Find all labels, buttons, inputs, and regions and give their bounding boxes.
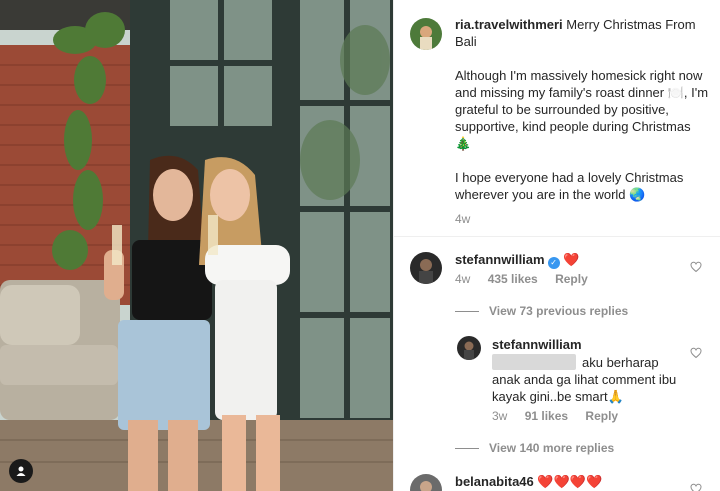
avatar-image — [410, 474, 442, 491]
comment-avatar[interactable] — [410, 474, 442, 491]
reply-likes[interactable]: 91 likes — [525, 409, 568, 423]
caption-paragraph-1: Although I'm massively homesick right no… — [455, 68, 709, 151]
reply-meta: 3w 91 likes Reply — [492, 409, 632, 423]
reply-button[interactable]: Reply — [555, 272, 588, 286]
view-previous-replies[interactable]: View 73 previous replies — [455, 304, 628, 318]
comment-username[interactable]: belanabita46 — [455, 474, 534, 489]
comment-text: ❤️ — [563, 252, 580, 267]
comment-meta: 4w 435 likes Reply — [455, 272, 602, 286]
view-replies-label: View 140 more replies — [489, 441, 615, 455]
replies-dash — [455, 310, 479, 312]
caption-avatar[interactable] — [410, 18, 442, 50]
reply-username[interactable]: stefannwilliam — [492, 337, 582, 352]
caption-paragraph-2: I hope everyone had a lovely Christmas w… — [455, 170, 684, 202]
blurred-mention — [492, 354, 576, 370]
post-photo — [0, 0, 393, 491]
reply-comment: stefannwilliam aku berharap anak anda ga… — [492, 336, 687, 405]
like-heart-icon[interactable] — [690, 261, 702, 273]
tagged-users-button[interactable] — [9, 459, 33, 483]
comment-3: belanabita46 ❤️❤️❤️❤️ — [455, 473, 685, 490]
user-icon — [16, 466, 26, 476]
reply-time[interactable]: 3w — [492, 409, 507, 423]
photo-illustration — [0, 0, 393, 491]
comments-panel: ria.travelwithmeri Merry Christmas From … — [393, 0, 720, 491]
like-heart-icon[interactable] — [690, 483, 702, 491]
post-caption: ria.travelwithmeri Merry Christmas From … — [455, 16, 710, 220]
caption-time[interactable]: 4w — [455, 212, 470, 226]
reply-button[interactable]: Reply — [585, 409, 618, 423]
verified-icon: ✓ — [547, 257, 560, 269]
comment-text: ❤️❤️❤️❤️ — [537, 474, 603, 489]
comment-1: stefannwilliam ✓ ❤️ — [455, 251, 685, 269]
like-heart-icon[interactable] — [690, 347, 702, 359]
comment-username[interactable]: stefannwilliam — [455, 252, 545, 267]
comment-avatar[interactable] — [410, 252, 442, 284]
divider — [394, 236, 720, 237]
caption-username[interactable]: ria.travelwithmeri — [455, 17, 563, 32]
view-replies-label: View 73 previous replies — [489, 304, 629, 318]
avatar-image — [410, 18, 442, 50]
comment-time[interactable]: 4w — [455, 272, 470, 286]
avatar-image — [457, 336, 481, 360]
view-more-replies[interactable]: View 140 more replies — [455, 441, 614, 455]
avatar-image — [410, 252, 442, 284]
comment-likes[interactable]: 435 likes — [488, 272, 538, 286]
reply-avatar[interactable] — [457, 336, 481, 360]
replies-dash — [455, 447, 479, 449]
